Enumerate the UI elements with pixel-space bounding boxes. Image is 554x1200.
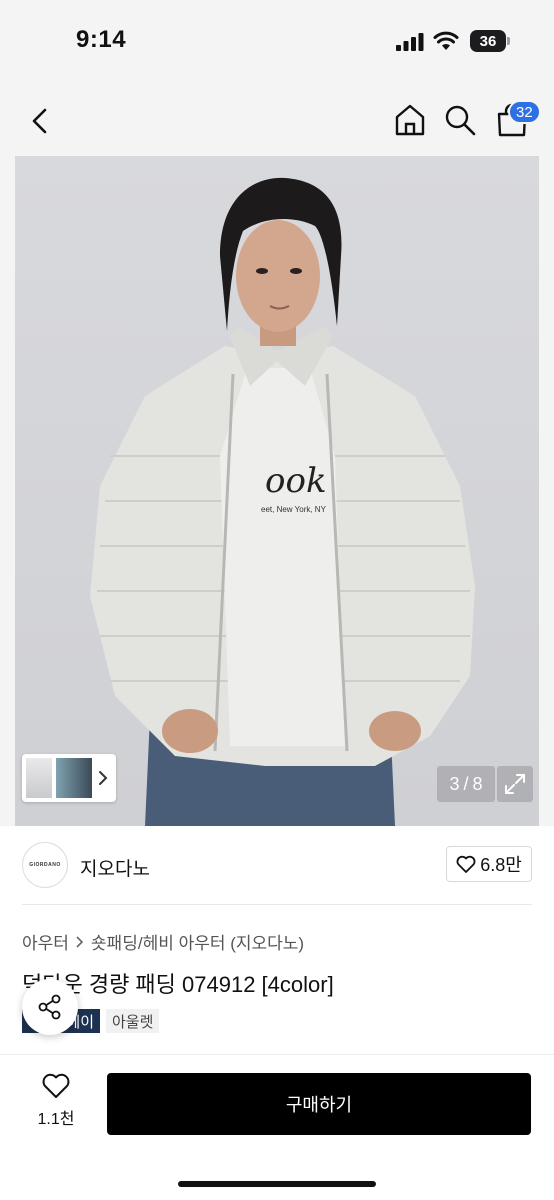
tag-badge: 아울렛 <box>106 1009 160 1033</box>
search-icon[interactable] <box>442 102 478 138</box>
wishlist-button[interactable]: 1.1천 <box>30 1073 82 1137</box>
image-counter: 3 / 8 <box>437 766 495 802</box>
bottom-action-bar: 1.1천 구매하기 <box>0 1055 554 1200</box>
share-button[interactable] <box>22 979 78 1035</box>
back-icon[interactable] <box>24 104 58 138</box>
heart-icon <box>456 855 476 873</box>
brand-row[interactable]: GIORDANO 지오다노 6.8만 <box>0 826 554 904</box>
brand-logo[interactable]: GIORDANO <box>22 842 68 888</box>
breadcrumb: 아우터 숏패딩/헤비 아우터 (지오다노) <box>22 929 304 954</box>
counter-current: 3 <box>449 773 460 794</box>
battery-icon: 36 <box>470 30 506 52</box>
svg-text:ook: ook <box>265 461 327 501</box>
breadcrumb-item-1[interactable]: 아우터 <box>22 929 69 954</box>
share-icon <box>38 994 61 1020</box>
wishlist-count: 1.1천 <box>37 1111 75 1128</box>
top-nav <box>0 84 554 156</box>
breadcrumb-item-2[interactable]: 숏패딩/헤비 아우터 (지오다노) <box>91 929 304 954</box>
brand-like-button[interactable]: 6.8만 <box>446 846 532 882</box>
signal-icon <box>396 33 424 51</box>
brand-like-count: 6.8만 <box>480 855 522 875</box>
home-indicator <box>178 1181 376 1187</box>
wifi-icon <box>433 31 459 50</box>
cart-count-badge: 32 <box>508 100 541 124</box>
svg-text:eet, New York, NY: eet, New York, NY <box>261 505 327 514</box>
expand-icon[interactable] <box>497 766 533 802</box>
divider <box>22 904 532 905</box>
buy-button[interactable]: 구매하기 <box>107 1073 531 1135</box>
brand-name[interactable]: 지오다노 <box>80 854 150 881</box>
thumbnail-2[interactable] <box>56 758 92 798</box>
model-illustration: ook eet, New York, NY <box>90 177 475 826</box>
status-bar: 9:14 36 <box>0 0 554 84</box>
home-icon[interactable] <box>392 102 428 138</box>
thumbnail-strip[interactable] <box>22 754 116 802</box>
product-photo[interactable]: ook eet, New York, NY <box>15 156 539 826</box>
counter-total: 8 <box>472 773 483 794</box>
battery-tip <box>507 37 510 45</box>
product-gallery[interactable]: ook eet, New York, NY 3 / 8 <box>0 156 554 826</box>
chevron-right-icon[interactable] <box>96 766 110 790</box>
status-time: 9:14 <box>76 26 127 53</box>
chevron-right-icon <box>76 935 84 948</box>
battery-level: 36 <box>479 32 497 50</box>
heart-icon <box>42 1073 70 1098</box>
thumbnail-1[interactable] <box>26 758 52 798</box>
counter-separator: / <box>463 773 469 794</box>
